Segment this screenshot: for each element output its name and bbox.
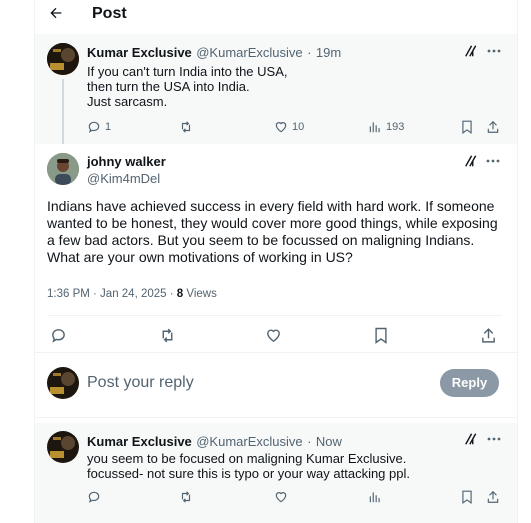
views-label: Views bbox=[183, 288, 217, 300]
repost-icon bbox=[181, 121, 191, 133]
author-name[interactable]: Kumar Exclusive bbox=[87, 434, 192, 449]
repost-icon bbox=[181, 491, 191, 503]
avatar[interactable] bbox=[47, 43, 79, 75]
like-action[interactable] bbox=[274, 490, 288, 504]
views-action[interactable]: 193 bbox=[368, 120, 404, 134]
divider bbox=[47, 315, 502, 316]
post-time[interactable]: Now bbox=[316, 434, 342, 449]
reply-icon bbox=[52, 329, 65, 343]
bookmark-action[interactable] bbox=[374, 327, 388, 344]
more-icon bbox=[487, 49, 501, 53]
share-action[interactable] bbox=[486, 120, 500, 134]
post-time[interactable]: 1:36 PM · Jan 24, 2025 · bbox=[47, 288, 177, 300]
bookmark-action[interactable] bbox=[461, 120, 473, 134]
author-name[interactable]: johny walker bbox=[87, 154, 166, 169]
grok-icon bbox=[465, 433, 477, 445]
more-button[interactable] bbox=[487, 434, 501, 444]
like-icon bbox=[267, 329, 280, 343]
share-icon bbox=[482, 328, 495, 343]
arrow-left-icon bbox=[50, 7, 62, 19]
grok-icon bbox=[465, 45, 477, 57]
bookmark-icon bbox=[375, 327, 387, 344]
post-text: you seem to be focused on maligning Kuma… bbox=[87, 451, 410, 481]
like-icon bbox=[275, 492, 287, 503]
author-handle[interactable]: @Kim4mDel bbox=[87, 171, 160, 186]
reply-action[interactable]: 1 bbox=[87, 120, 111, 134]
author-handle[interactable]: @KumarExclusive bbox=[196, 45, 302, 60]
share-action[interactable] bbox=[480, 327, 497, 344]
reply-button[interactable]: Reply bbox=[440, 369, 499, 397]
share-icon bbox=[487, 120, 499, 133]
thread-line bbox=[62, 79, 64, 144]
views-icon bbox=[369, 492, 380, 503]
author-name[interactable]: Kumar Exclusive bbox=[87, 45, 192, 60]
grok-button[interactable] bbox=[464, 154, 478, 168]
grok-icon bbox=[465, 155, 477, 167]
page-title: Post bbox=[92, 5, 127, 22]
author-handle[interactable]: @KumarExclusive bbox=[196, 434, 302, 449]
reply-icon bbox=[88, 121, 100, 133]
back-button[interactable] bbox=[48, 5, 64, 21]
views-icon bbox=[369, 122, 380, 133]
separator: · bbox=[307, 45, 312, 60]
bookmark-action[interactable] bbox=[461, 490, 473, 504]
avatar[interactable] bbox=[47, 153, 79, 185]
share-action[interactable] bbox=[486, 490, 500, 504]
separator: · bbox=[307, 434, 312, 449]
reply-icon bbox=[88, 491, 100, 503]
view-count: 193 bbox=[386, 121, 405, 133]
like-count: 10 bbox=[292, 121, 305, 133]
repost-action[interactable] bbox=[178, 120, 194, 134]
repost-action[interactable] bbox=[178, 490, 194, 504]
reply-action[interactable] bbox=[50, 327, 67, 344]
like-action[interactable] bbox=[265, 327, 282, 344]
views-action[interactable] bbox=[368, 490, 382, 504]
post-text: Indians have achieved success in every f… bbox=[47, 198, 498, 265]
grok-button[interactable] bbox=[464, 432, 478, 446]
like-icon bbox=[275, 122, 287, 133]
more-button[interactable] bbox=[487, 46, 501, 56]
reply-action[interactable] bbox=[87, 490, 101, 504]
more-button[interactable] bbox=[486, 156, 500, 166]
divider bbox=[35, 352, 517, 353]
post-timestamp: 1:36 PM · Jan 24, 2025 · 8 Views bbox=[47, 288, 217, 300]
grok-button[interactable] bbox=[464, 44, 478, 58]
post-time[interactable]: 19m bbox=[316, 45, 341, 60]
reply-post[interactable]: Kumar Exclusive @KumarExclusive · Now yo… bbox=[35, 423, 517, 523]
like-action[interactable]: 10 bbox=[274, 120, 304, 134]
repost-icon bbox=[162, 328, 173, 343]
more-icon bbox=[486, 159, 500, 163]
divider bbox=[35, 417, 517, 418]
share-icon bbox=[487, 490, 499, 503]
avatar[interactable] bbox=[47, 431, 79, 463]
more-icon bbox=[487, 437, 501, 441]
reply-input[interactable]: Post your reply bbox=[87, 374, 194, 392]
avatar[interactable] bbox=[47, 367, 79, 399]
bookmark-icon bbox=[462, 490, 472, 504]
bookmark-icon bbox=[462, 120, 472, 134]
parent-post[interactable]: Kumar Exclusive @KumarExclusive · 19m If… bbox=[35, 34, 517, 144]
post-text: If you can't turn India into the USA, th… bbox=[87, 64, 288, 109]
reply-count: 1 bbox=[105, 121, 112, 133]
repost-action[interactable] bbox=[158, 327, 177, 344]
